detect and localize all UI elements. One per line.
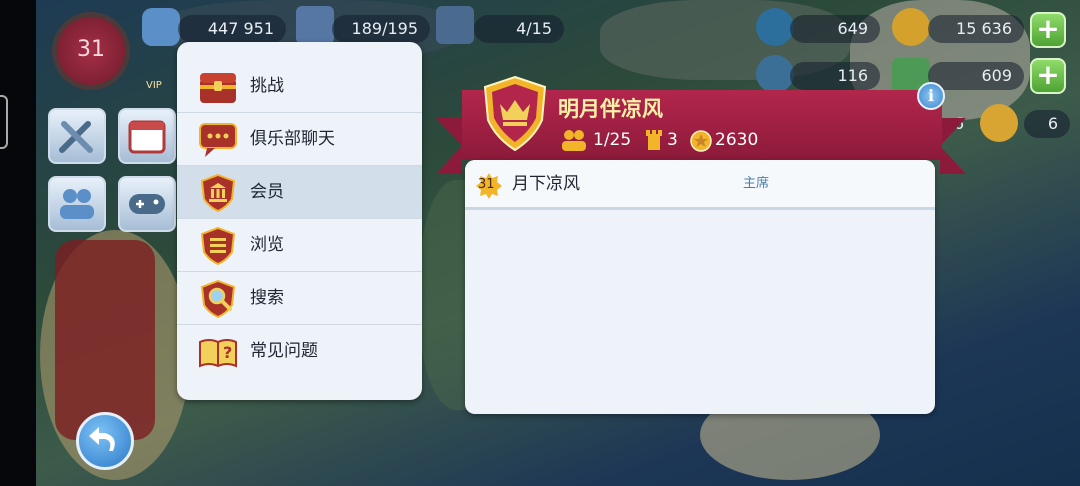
wrench-icon (59, 121, 93, 153)
screen-edge (0, 0, 36, 486)
vip-label: VIP (146, 80, 162, 91)
simoleon-icon (892, 8, 930, 46)
club-points: 2630 (715, 130, 759, 150)
svg-text:?: ? (223, 343, 232, 362)
gamepad-icon (129, 194, 165, 214)
club-menu: 挑战 俱乐部聊天 会员 浏览 搜索 ? 常见问题 (177, 42, 422, 400)
menu-item-faq[interactable]: ? 常见问题 (177, 325, 422, 378)
list-shield-icon (200, 226, 236, 266)
member-name: 月下凉风 (512, 174, 580, 194)
banner-ribbon-right (940, 118, 966, 174)
golden-key-icon (980, 104, 1018, 142)
simcash-icon (756, 8, 794, 46)
member-list-panel: 31 月下凉风 主席 (465, 160, 935, 414)
members-icon (562, 130, 586, 151)
member-role: 主席 (743, 176, 770, 191)
simcash-counter: 649 (790, 15, 880, 43)
menu-item-label: 常见问题 (250, 341, 318, 361)
neighbors-button[interactable] (48, 176, 106, 232)
banner-ribbon-left (436, 118, 462, 174)
fish-counter: 116 (790, 62, 880, 90)
add-simoleons-button[interactable]: + (1030, 12, 1066, 48)
tower-count: 3 (667, 130, 678, 150)
menu-item-club-chat[interactable]: 俱乐部聊天 (177, 113, 422, 166)
simoleon-counter: 15 636 (928, 15, 1024, 43)
menu-item-label: 搜索 (250, 288, 284, 308)
storage-icon (296, 6, 334, 44)
keys-counter: 6 (1024, 110, 1070, 138)
population-counter: 447 951 (178, 15, 286, 43)
add-cash-button[interactable]: + (1030, 58, 1066, 94)
member-row[interactable]: 31 月下凉风 主席 (465, 160, 935, 210)
info-button[interactable]: i (917, 82, 945, 110)
tower-icon (646, 130, 662, 150)
menu-item-search[interactable]: 搜索 (177, 272, 422, 325)
back-arrow-icon (89, 427, 115, 451)
population-icon (142, 8, 180, 46)
back-button[interactable] (76, 412, 134, 470)
menu-item-label: 会员 (250, 182, 284, 202)
storage-counter: 189/195 (332, 15, 430, 43)
menu-item-challenge[interactable]: 挑战 (177, 60, 422, 113)
member-level: 31 (478, 177, 495, 192)
menu-item-label: 浏览 (250, 235, 284, 255)
people-icon (60, 189, 94, 219)
menu-item-members[interactable]: 会员 (177, 166, 422, 219)
trains-counter: 4/15 (474, 15, 564, 43)
club-crown-shield-icon (483, 75, 547, 152)
games-button[interactable] (118, 176, 176, 232)
fish-icon (756, 55, 794, 93)
cash-counter: 609 (928, 62, 1024, 90)
club-name: 明月伴凉风 (558, 97, 663, 121)
chat-bubble-icon (199, 123, 237, 157)
player-level-badge[interactable]: 31 (52, 12, 130, 90)
calendar-button[interactable] (118, 108, 176, 164)
build-tools-button[interactable] (48, 108, 106, 164)
search-shield-icon (200, 279, 236, 319)
question-book-icon: ? (199, 339, 237, 368)
star-coin-icon (690, 130, 712, 152)
menu-item-label: 俱乐部聊天 (250, 129, 335, 149)
menu-item-label: 挑战 (250, 76, 284, 96)
calendar-icon (128, 120, 166, 154)
train-depot-icon (436, 6, 474, 44)
treasure-chest-icon (200, 73, 236, 103)
bank-shield-icon (200, 173, 236, 213)
member-count: 1/25 (593, 130, 632, 150)
menu-item-browse[interactable]: 浏览 (177, 219, 422, 272)
